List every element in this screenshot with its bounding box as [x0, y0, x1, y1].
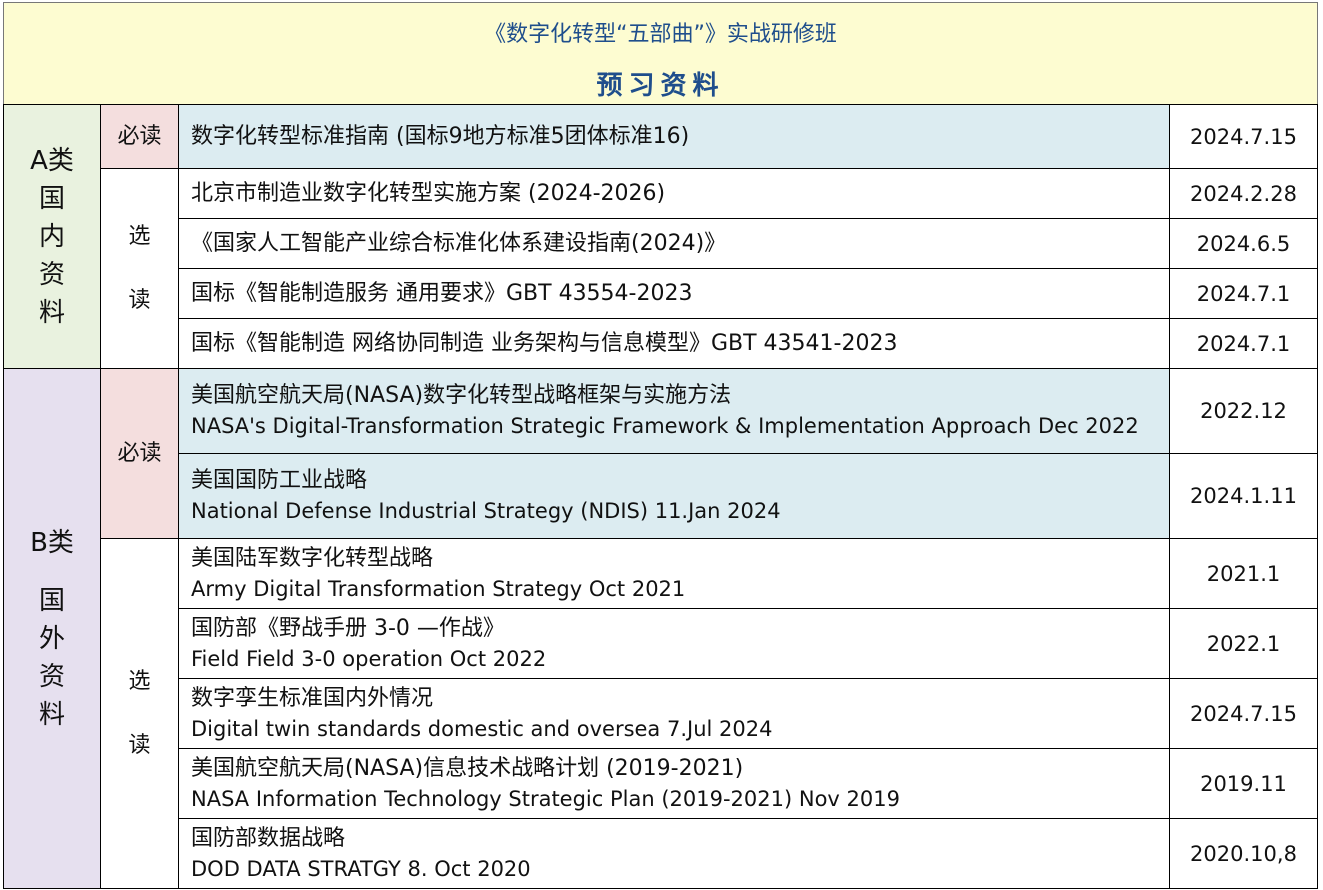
document-date-cell: 2024.2.28	[1169, 168, 1318, 219]
document-title-zh: 数字孪生标准国内外情况	[191, 685, 434, 711]
document-title-zh: 国防部数据战略	[191, 825, 346, 851]
category-a-code: A类	[30, 145, 74, 176]
category-a-char-2: 内	[38, 221, 65, 252]
document-title-en: NASA's Digital-Transformation Strategic …	[191, 414, 1139, 438]
document-title-en: DOD DATA STRATGY 8. Oct 2020	[191, 856, 531, 881]
category-a-optional-label: 选 读	[100, 168, 179, 369]
optional-label-char-1: 选	[128, 668, 151, 694]
document-row-title: 美国航空航天局(NASA)信息技术战略计划 (2019-2021) NASA I…	[178, 748, 1170, 819]
category-b-char-1: 国	[38, 585, 65, 616]
category-a-label: A类 国 内 资 料	[3, 104, 101, 369]
document-row-title: 北京市制造业数字化转型实施方案 (2024-2026)	[178, 168, 1170, 219]
document-title-en: Field Field 3-0 operation Oct 2022	[191, 646, 547, 671]
category-a-char-1: 国	[38, 183, 65, 214]
category-b-code: B类	[30, 527, 74, 558]
course-title: 《数字化转型“五部曲”》实战研修班	[484, 22, 837, 47]
document-date: 2024.7.1	[1196, 281, 1291, 306]
category-b-char-2: 外	[38, 623, 65, 654]
document-date-cell: 2024.6.5	[1169, 218, 1318, 269]
document-title-en: National Defense Industrial Strategy (ND…	[191, 499, 781, 523]
document-date: 2021.1	[1206, 561, 1281, 586]
category-b-required-label: 必读	[100, 368, 179, 539]
category-b-label: B类 国 外 资 料	[3, 368, 101, 889]
document-title: 国标《智能制造 网络协同制造 业务架构与信息模型》GBT 43541-2023	[191, 330, 898, 356]
optional-label-char-1: 选	[128, 223, 151, 249]
document-row-title: 数字孪生标准国内外情况 Digital twin standards domes…	[178, 678, 1170, 749]
document-date: 2024.1.11	[1190, 484, 1297, 508]
document-title: 北京市制造业数字化转型实施方案 (2024-2026)	[191, 180, 666, 206]
document-title-zh: 国防部《野战手册 3-0 —作战》	[191, 615, 505, 641]
document-row-title: 国标《智能制造 网络协同制造 业务架构与信息模型》GBT 43541-2023	[178, 318, 1170, 369]
document-date: 2024.7.15	[1190, 124, 1297, 149]
document-date: 2022.1	[1206, 631, 1281, 656]
document-title: 数字化转型标准指南 (国标9地方标准5团体标准16)	[191, 123, 690, 149]
required-label-text: 必读	[117, 123, 162, 149]
document-date-cell: 2020.10,8	[1169, 818, 1318, 889]
optional-label-char-2: 读	[128, 732, 151, 758]
document-title-en: Army Digital Transformation Strategy Oct…	[191, 576, 686, 601]
document-row-title: 美国陆军数字化转型战略 Army Digital Transformation …	[178, 538, 1170, 609]
document-date-cell: 2024.7.15	[1169, 678, 1318, 749]
document-title-zh: 美国航空航天局(NASA)信息技术战略计划 (2019-2021)	[191, 755, 744, 781]
document-date-cell: 2019.11	[1169, 748, 1318, 819]
document-date: 2019.11	[1200, 771, 1287, 796]
document-date: 2020.10,8	[1190, 841, 1297, 866]
document-date: 2024.6.5	[1196, 231, 1291, 256]
reading-list-sheet: 《数字化转型“五部曲”》实战研修班 预习资料 A类 国 内 资 料 必读 选 读…	[0, 0, 1323, 890]
document-title-zh: 美国国防工业战略	[191, 468, 368, 493]
document-date: 2024.7.15	[1190, 701, 1297, 726]
document-row-title: 国标《智能制造服务 通用要求》GBT 43554-2023	[178, 268, 1170, 319]
document-date: 2024.7.1	[1196, 331, 1291, 356]
sheet-subtitle: 预习资料	[596, 71, 725, 101]
document-date-cell: 2024.1.11	[1169, 453, 1318, 539]
document-date-cell: 2024.7.1	[1169, 318, 1318, 369]
required-label-text: 必读	[117, 440, 162, 466]
document-row-title: 美国航空航天局(NASA)数字化转型战略框架与实施方法 NASA's Digit…	[178, 368, 1170, 454]
document-date-cell: 2022.1	[1169, 608, 1318, 679]
category-b-char-3: 资	[38, 661, 65, 692]
document-row-title: 《国家人工智能产业综合标准化体系建设指南(2024)》	[178, 218, 1170, 269]
document-title: 国标《智能制造服务 通用要求》GBT 43554-2023	[191, 280, 693, 306]
document-date: 2024.2.28	[1190, 181, 1297, 206]
document-title-zh: 美国航空航天局(NASA)数字化转型战略框架与实施方法	[191, 383, 732, 408]
document-title: 《国家人工智能产业综合标准化体系建设指南(2024)》	[191, 230, 727, 256]
category-a-required-label: 必读	[100, 104, 179, 169]
document-row-title: 数字化转型标准指南 (国标9地方标准5团体标准16)	[178, 104, 1170, 169]
category-a-char-4: 料	[38, 297, 65, 328]
document-date-cell: 2021.1	[1169, 538, 1318, 609]
document-row-title: 国防部《野战手册 3-0 —作战》 Field Field 3-0 operat…	[178, 608, 1170, 679]
document-row-title: 美国国防工业战略 National Defense Industrial Str…	[178, 453, 1170, 539]
document-title-en: NASA Information Technology Strategic Pl…	[191, 786, 900, 811]
category-a-char-3: 资	[38, 259, 65, 290]
document-date-cell: 2022.12	[1169, 368, 1318, 454]
document-date-cell: 2024.7.15	[1169, 104, 1318, 169]
document-date-cell: 2024.7.1	[1169, 268, 1318, 319]
category-b-char-4: 料	[38, 699, 65, 730]
document-title-en: Digital twin standards domestic and over…	[191, 716, 773, 741]
document-row-title: 国防部数据战略 DOD DATA STRATGY 8. Oct 2020	[178, 818, 1170, 889]
document-date: 2022.12	[1200, 399, 1287, 423]
sheet-header: 《数字化转型“五部曲”》实战研修班 预习资料	[3, 2, 1318, 105]
document-title-zh: 美国陆军数字化转型战略	[191, 545, 434, 571]
optional-label-char-2: 读	[128, 287, 151, 313]
category-b-optional-label: 选 读	[100, 538, 179, 889]
